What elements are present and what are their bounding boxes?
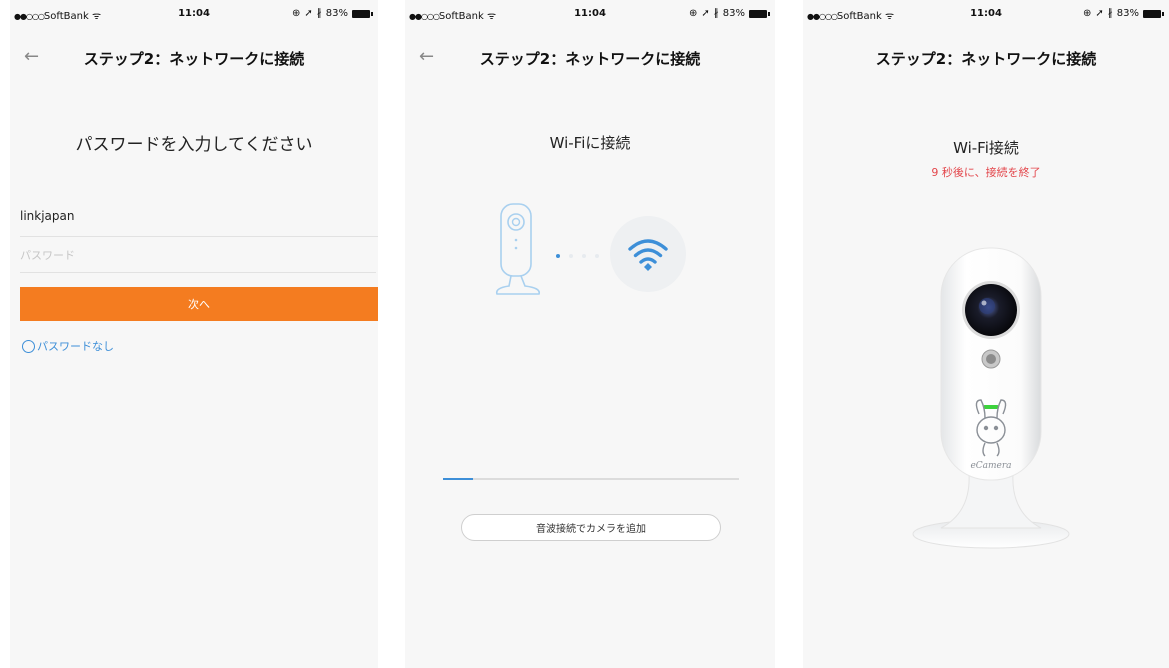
location-icon: ➚ (1095, 8, 1104, 19)
page-title: ステップ2：ネットワークに接続 (479, 50, 701, 68)
location-icon: ➚ (304, 8, 313, 19)
status-bar: ●●○○○SoftBank ᯤ 11:04 ⊕ ➚ ∦ 83% (10, 8, 378, 22)
next-button[interactable]: 次へ (20, 287, 378, 321)
progress-dot (595, 254, 599, 258)
bluetooth-icon: ∦ (316, 8, 322, 19)
screen-heading: Wi-Fiに接続 (549, 134, 631, 152)
wifi-connected-screen: ●●○○○SoftBank ᯤ 11:04 ⊕ ➚ ∦ 83% ステップ2：ネッ… (803, 0, 1169, 668)
wifi-badge (610, 216, 686, 292)
status-right: ⊕ ➚ ∦ 83% (688, 8, 770, 19)
password-input[interactable] (20, 238, 376, 273)
battery-percent: 83% (722, 8, 745, 19)
nav-bar: ステップ2：ネットワークに接続 (803, 44, 1169, 74)
progress-dot (569, 254, 573, 258)
battery-percent: 83% (1116, 8, 1139, 19)
screen-heading: Wi-Fi接続 (953, 139, 1019, 157)
wifi-icon (628, 239, 668, 271)
status-bar: ●●○○○SoftBank ᯤ 11:04 ⊕ ➚ ∦ 83% (405, 8, 775, 22)
bluetooth-icon: ∦ (713, 8, 719, 19)
status-right: ⊕ ➚ ∦ 83% (291, 8, 373, 19)
lock-rotation-icon: ⊕ (1082, 8, 1092, 19)
nav-bar: ← ステップ2：ネットワークに接続 (405, 44, 775, 74)
ssid-value: linkjapan (20, 209, 75, 223)
screen-heading: パスワードを入力してください (75, 135, 313, 155)
battery-percent: 83% (325, 8, 348, 19)
location-icon: ➚ (701, 8, 710, 19)
battery-icon (352, 9, 373, 18)
status-bar: ●●○○○SoftBank ᯤ 11:04 ⊕ ➚ ∦ 83% (803, 8, 1169, 22)
page-title: ステップ2：ネットワークに接続 (83, 50, 305, 68)
connection-dots (556, 254, 599, 258)
camera-outline-icon (495, 203, 541, 295)
wifi-connecting-screen: ●●○○○SoftBank ᯤ 11:04 ⊕ ➚ ∦ 83% ← ステップ2：… (405, 0, 775, 668)
countdown-text: 9 秒後に、接続を終了 (931, 166, 1041, 179)
bluetooth-icon: ∦ (1107, 8, 1113, 19)
battery-icon (1143, 9, 1164, 18)
connection-progress-bar (443, 478, 739, 480)
password-entry-screen: ●●○○○SoftBank ᯤ 11:04 ⊕ ➚ ∦ 83% ← ステップ2：… (10, 0, 378, 668)
sonic-connect-button[interactable]: 音波接続でカメラを追加 (461, 514, 721, 541)
status-right: ⊕ ➚ ∦ 83% (1082, 8, 1164, 19)
battery-icon (749, 9, 770, 18)
no-password-label: パスワードなし (37, 340, 114, 353)
progress-fill (443, 478, 473, 480)
camera-product-image: eCamera (912, 247, 1070, 549)
progress-dot (556, 254, 560, 258)
radio-circle-icon[interactable] (22, 339, 35, 353)
lock-rotation-icon: ⊕ (688, 8, 698, 19)
page-title: ステップ2：ネットワークに接続 (875, 50, 1097, 68)
brand-text: eCamera (970, 461, 1011, 471)
progress-dot (582, 254, 586, 258)
nav-bar: ← ステップ2：ネットワークに接続 (10, 44, 378, 74)
lock-rotation-icon: ⊕ (291, 8, 301, 19)
no-password-radio[interactable]: パスワードなし (22, 338, 114, 354)
ssid-field[interactable]: linkjapan (20, 200, 378, 237)
